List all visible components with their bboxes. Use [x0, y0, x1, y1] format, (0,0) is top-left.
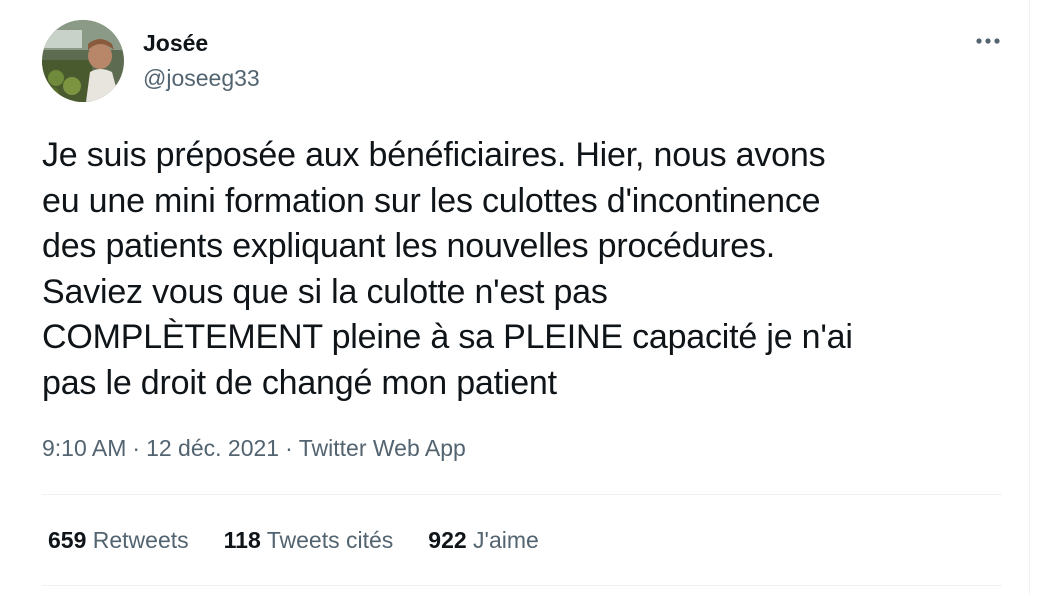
tweet-date-link[interactable]: 12 déc. 2021: [146, 435, 279, 461]
retweets-count: 659: [48, 527, 87, 553]
tweet-source-link[interactable]: Twitter Web App: [299, 435, 466, 461]
quote-tweets-count: 118: [223, 527, 261, 553]
quote-tweets-label: Tweets cités: [266, 527, 394, 553]
retweets-label: Retweets: [92, 527, 189, 553]
divider: [42, 585, 1002, 586]
author-display-name[interactable]: Josée: [143, 28, 208, 58]
meta-separator: ·: [285, 435, 293, 461]
more-options-button[interactable]: [968, 26, 1008, 56]
author-handle[interactable]: @joseeg33: [143, 63, 260, 93]
meta-separator: ·: [132, 435, 141, 461]
tweet-metadata: 9:10 AM · 12 déc. 2021 · Twitter Web App: [42, 433, 466, 463]
divider: [42, 494, 1002, 495]
likes-count: 922: [428, 527, 467, 553]
quote-tweets-stat[interactable]: 118 Tweets cités: [224, 524, 394, 556]
tweet-stats: 659 Retweets 118 Tweets cités 922 J'aime: [48, 524, 539, 556]
tweet-text: Je suis préposée aux bénéficiaires. Hier…: [42, 136, 853, 402]
more-horizontal-icon: [976, 38, 1000, 44]
retweets-stat[interactable]: 659 Retweets: [48, 524, 189, 556]
tweet-time-link[interactable]: 9:10 AM: [42, 435, 126, 461]
likes-stat[interactable]: 922 J'aime: [428, 524, 539, 556]
likes-label: J'aime: [473, 527, 539, 553]
tweet-card: Josée @joseeg33 Je suis préposée aux bén…: [0, 0, 1030, 594]
avatar[interactable]: [42, 20, 124, 102]
profile-photo: [42, 20, 124, 102]
